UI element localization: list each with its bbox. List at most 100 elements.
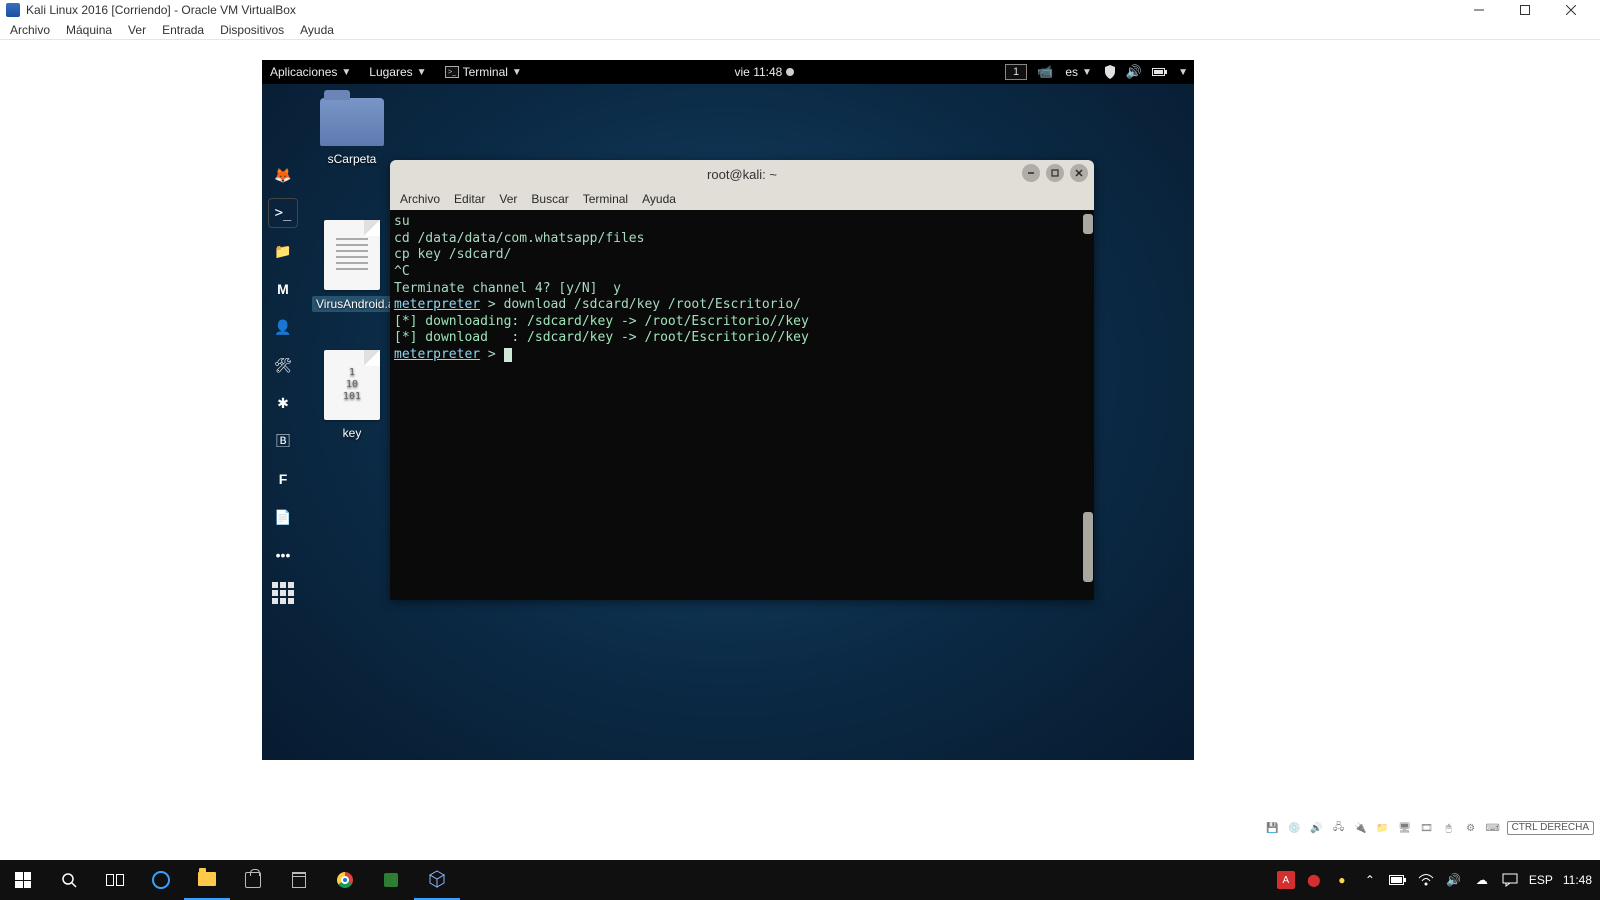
chrome-icon: [337, 872, 353, 888]
term-line: cp key /sdcard/: [394, 247, 1090, 264]
vb-menu-dispositivos[interactable]: Dispositivos: [212, 21, 292, 39]
tray-volume-icon[interactable]: 🔊: [1445, 871, 1463, 889]
dock-leafpad[interactable]: 📄: [268, 502, 298, 532]
dock-metasploit[interactable]: M: [268, 274, 298, 304]
volume-icon[interactable]: 🔊: [1126, 64, 1142, 80]
taskbar-app-green[interactable]: [368, 860, 414, 900]
tray-antivirus-icon[interactable]: ⬤: [1305, 871, 1323, 889]
taskbar-calculator[interactable]: [276, 860, 322, 900]
workspace-indicator[interactable]: 1: [1005, 64, 1027, 80]
desktop-file-virusandroid[interactable]: VirusAndroid.apk: [312, 220, 392, 312]
terminal-maximize-button[interactable]: [1046, 164, 1064, 182]
dock-files[interactable]: 📁: [268, 236, 298, 266]
sb-mouse-icon[interactable]: 🖱: [1441, 820, 1457, 836]
term-line: [*] download : /sdcard/key -> /root/Escr…: [394, 330, 1090, 347]
chevron-down-icon: ▼: [1082, 67, 1092, 78]
desktop-file-key[interactable]: 1 10 101 key: [312, 350, 392, 440]
tray-action-center-icon[interactable]: [1501, 871, 1519, 889]
cube-icon: [428, 870, 446, 888]
sb-hdd-icon[interactable]: 💾: [1265, 820, 1281, 836]
start-button[interactable]: [0, 860, 46, 900]
sb-audio-icon[interactable]: 🔊: [1309, 820, 1325, 836]
sb-shared-folder-icon[interactable]: 📁: [1375, 820, 1391, 836]
topbar-applications-label: Aplicaciones: [270, 65, 337, 79]
sb-display-icon[interactable]: 🖥: [1397, 820, 1413, 836]
tray-onedrive-icon[interactable]: ☁: [1473, 871, 1491, 889]
terminal-window[interactable]: root@kali: ~ Archivo Editar Ver Buscar T…: [390, 160, 1094, 600]
term-menu-archivo[interactable]: Archivo: [400, 192, 440, 206]
security-icon[interactable]: [1104, 65, 1116, 79]
window-close-button[interactable]: [1548, 0, 1594, 20]
window-minimize-button[interactable]: [1456, 0, 1502, 20]
topbar-clock[interactable]: vie 11:48: [733, 65, 797, 79]
dock-burpsuite[interactable]: 🛠: [268, 350, 298, 380]
folder-icon: [198, 872, 216, 886]
tray-adobe-icon[interactable]: A: [1277, 871, 1295, 889]
term-menu-ver[interactable]: Ver: [499, 192, 517, 206]
terminal-body[interactable]: su cd /data/data/com.whatsapp/files cp k…: [390, 210, 1094, 600]
term-menu-buscar[interactable]: Buscar: [531, 192, 568, 206]
sb-keyboard-icon[interactable]: ⌨: [1485, 820, 1501, 836]
battery-icon[interactable]: [1152, 66, 1168, 78]
keyboard-layout-label: es: [1065, 65, 1078, 79]
store-icon: [245, 872, 261, 888]
term-line: Terminate channel 4? [y/N] y: [394, 281, 1090, 298]
sb-usb-icon[interactable]: 🔌: [1353, 820, 1369, 836]
desktop-label: key: [312, 426, 392, 440]
scrollbar-thumb[interactable]: [1083, 512, 1093, 582]
taskbar-virtualbox[interactable]: [414, 860, 460, 900]
terminal-minimize-button[interactable]: [1022, 164, 1040, 182]
taskbar-store[interactable]: [230, 860, 276, 900]
vb-menu-entrada[interactable]: Entrada: [154, 21, 212, 39]
vb-menu-archivo[interactable]: Archivo: [2, 21, 58, 39]
term-menu-terminal[interactable]: Terminal: [583, 192, 628, 206]
camera-icon[interactable]: 📹: [1037, 64, 1053, 80]
tray-cloud-icon[interactable]: ●: [1333, 871, 1351, 889]
taskbar-chrome[interactable]: [322, 860, 368, 900]
tray-wifi-icon[interactable]: [1417, 871, 1435, 889]
record-indicator-icon: [786, 68, 794, 76]
dock-iceweasel[interactable]: 🦊: [268, 160, 298, 190]
keyboard-layout[interactable]: es ▼: [1063, 65, 1094, 79]
topbar-applications[interactable]: Aplicaciones ▼: [268, 65, 353, 79]
desktop-label: sCarpeta: [312, 152, 392, 166]
terminal-close-button[interactable]: [1070, 164, 1088, 182]
terminal-title: root@kali: ~: [390, 167, 1094, 182]
sb-settings-icon[interactable]: ⚙: [1463, 820, 1479, 836]
sb-network-icon[interactable]: 🖧: [1331, 820, 1347, 836]
sb-optical-icon[interactable]: 💿: [1287, 820, 1303, 836]
term-menu-ayuda[interactable]: Ayuda: [642, 192, 676, 206]
taskbar-search-button[interactable]: [46, 860, 92, 900]
dock-terminal[interactable]: >_: [268, 198, 298, 228]
scrollbar-thumb[interactable]: [1083, 214, 1093, 234]
kali-desktop[interactable]: Aplicaciones ▼ Lugares ▼ >_ Terminal ▼ v…: [262, 60, 1194, 760]
vb-menu-ver[interactable]: Ver: [120, 21, 154, 39]
vb-menu-ayuda[interactable]: Ayuda: [292, 21, 342, 39]
dock-maltego[interactable]: ✱: [268, 388, 298, 418]
tray-overflow-icon[interactable]: ⌃: [1361, 871, 1379, 889]
desktop-folder-scarpeta[interactable]: sCarpeta: [312, 98, 392, 166]
term-line: su: [394, 214, 1090, 231]
term-menu-editar[interactable]: Editar: [454, 192, 485, 206]
tray-battery-icon[interactable]: [1389, 871, 1407, 889]
window-maximize-button[interactable]: [1502, 0, 1548, 20]
sb-video-icon[interactable]: 🎞: [1419, 820, 1435, 836]
taskbar-edge[interactable]: [138, 860, 184, 900]
vb-menu-maquina[interactable]: Máquina: [58, 21, 120, 39]
terminal-titlebar[interactable]: root@kali: ~: [390, 160, 1094, 188]
dock-tweak-tool[interactable]: •••: [268, 540, 298, 570]
topbar-terminal[interactable]: >_ Terminal ▼: [443, 65, 524, 79]
topbar-places[interactable]: Lugares ▼: [367, 65, 428, 79]
chevron-down-icon[interactable]: ▼: [1178, 67, 1188, 78]
tray-clock[interactable]: 11:48: [1563, 873, 1592, 887]
host-key-indicator: CTRL DERECHA: [1507, 821, 1594, 835]
task-view-button[interactable]: [92, 860, 138, 900]
terminal-scrollbar[interactable]: [1082, 210, 1094, 600]
dock-show-apps[interactable]: [268, 578, 298, 608]
dock-faraday[interactable]: F: [268, 464, 298, 494]
term-line: [*] downloading: /sdcard/key -> /root/Es…: [394, 314, 1090, 331]
tray-language[interactable]: ESP: [1529, 873, 1553, 887]
dock-armitage[interactable]: 👤: [268, 312, 298, 342]
taskbar-file-explorer[interactable]: [184, 860, 230, 900]
dock-beef[interactable]: 🄱: [268, 426, 298, 456]
